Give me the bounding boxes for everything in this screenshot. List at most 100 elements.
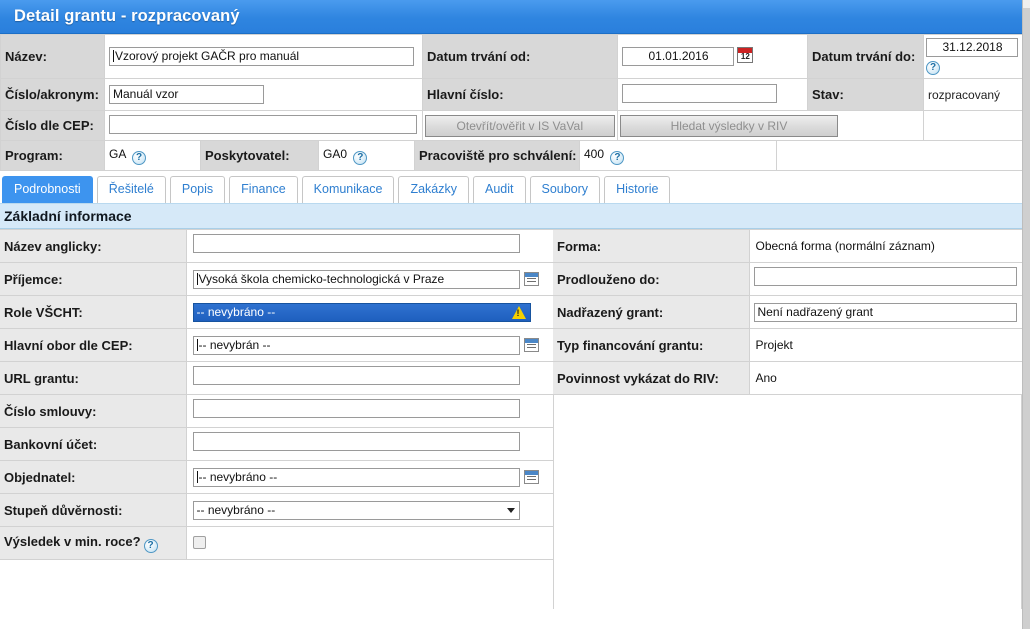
objednatel-input[interactable]: -- nevybráno -- [192,467,520,487]
row-url-grantu: URL grantu: [0,361,554,395]
datum-od-cell: 01.01.2016 [617,34,808,79]
warning-icon [511,305,526,319]
row-vysledek-min-roce: Výsledek v min. roce?? [0,526,554,560]
stupen-duvernosti-cell: -- nevybráno -- [186,493,554,527]
vertical-scrollbar[interactable] [1022,0,1030,629]
row-nazev-anglicky: Název anglicky: [0,229,554,263]
datum-od-input[interactable]: 01.01.2016 [622,47,734,66]
hlavni-cislo-label: Hlavní číslo: [422,78,618,111]
hlavni-cislo-cell [617,78,808,111]
help-icon[interactable]: ? [143,538,158,553]
help-icon[interactable]: ? [353,150,368,165]
tab-finance[interactable]: Finance [229,176,298,203]
prijemce-input[interactable]: Vysoká škola chemicko-technologická v Pr… [192,269,520,289]
application-window: Detail grantu - rozpracovaný Název: Vzor… [0,0,1030,629]
nadrazeny-grant-input[interactable]: Není nadřazený grant [753,302,1017,322]
window-title-bar: Detail grantu - rozpracovaný [0,0,1022,34]
forma-label: Forma: [553,229,750,263]
nazev-anglicky-cell [186,229,554,263]
pracoviste-label: Pracoviště pro schválení: [414,140,580,171]
datum-do-label: Datum trvání do: [807,34,924,79]
cislo-cep-input[interactable] [109,114,417,134]
scrollbar-thumb[interactable] [1023,0,1030,8]
calendar-icon[interactable] [737,47,754,63]
datum-od-label: Datum trvání od: [422,34,618,79]
form-right-table: Forma: Obecná forma (normální záznam) Pr… [553,229,1023,395]
stupen-duvernosti-select[interactable]: -- nevybráno -- [192,500,520,520]
row-prodlouzeno-do: Prodlouženo do: [553,262,1023,296]
search-results-riv-button[interactable]: Hledat výsledky v RIV [620,114,838,137]
tab-zakazky[interactable]: Zakázky [398,176,469,203]
program-row: Program: GA ? Poskytovatel: GA0 ? Pracov… [0,140,1023,171]
text-caret [196,272,198,285]
url-grantu-input[interactable] [192,366,520,385]
prodlouzeno-do-input[interactable] [753,267,1017,286]
tab-historie[interactable]: Historie [604,176,671,203]
row-nadrazeny-grant: Nadřazený grant: Není nadřazený grant [553,295,1023,329]
right-filler [553,395,1022,609]
help-icon[interactable]: ? [926,61,940,75]
vysledek-min-roce-cell [186,526,554,560]
lookup-icon[interactable] [523,469,539,484]
nazev-anglicky-input[interactable] [192,234,520,253]
forma-value: Obecná forma (normální záznam) [749,229,1023,263]
header-row-cep: Číslo dle CEP: Otevřít/ověřit v IS VaVaI… [0,110,1023,141]
prodlouzeno-do-cell [749,262,1023,296]
row-forma: Forma: Obecná forma (normální záznam) [553,229,1023,263]
tab-audit[interactable]: Audit [473,176,526,203]
vysledek-min-roce-checkbox[interactable] [192,536,206,549]
typ-financovani-value: Projekt [749,328,1023,362]
poskytovatel-value: GA0 [323,146,348,161]
section-title: Základní informace [4,208,132,224]
objednatel-label: Objednatel: [0,460,187,494]
bankovni-ucet-input[interactable] [192,432,520,451]
nadrazeny-grant-cell: Není nadřazený grant [749,295,1023,329]
form-left-table: Název anglicky: Příjemce: Vysoká škola c… [0,229,554,560]
lookup-icon[interactable] [523,271,539,286]
tab-resitele[interactable]: Řešitelé [96,176,166,203]
tab-popis[interactable]: Popis [169,176,226,203]
hlavni-obor-cep-cell: -- nevybrán -- [186,328,554,362]
prodlouzeno-do-label: Prodlouženo do: [553,262,750,296]
cislo-cep-label: Číslo dle CEP: [0,110,105,141]
lookup-icon[interactable] [523,337,539,352]
cislo-akronym-input[interactable]: Manuál vzor [109,85,264,104]
help-icon[interactable]: ? [132,150,147,165]
bankovni-ucet-cell [186,427,554,461]
cislo-smlouvy-input[interactable] [192,399,520,418]
program-label: Program: [0,140,105,171]
tab-komunikace[interactable]: Komunikace [301,176,395,203]
row-cislo-smlouvy: Číslo smlouvy: [0,394,554,428]
page-title: Detail grantu - rozpracovaný [14,7,240,25]
open-verify-isvavai-button[interactable]: Otevřít/ověřit v IS VaVaI [425,114,615,137]
header-row-cislo: Číslo/akronym: Manuál vzor Hlavní číslo:… [0,78,1023,111]
pracoviste-value-cell: 400 ? [579,140,777,171]
help-icon[interactable]: ? [610,150,625,165]
tab-podrobnosti[interactable]: Podrobnosti [2,176,93,203]
url-grantu-label: URL grantu: [0,361,187,395]
cep-empty-cell [923,110,1023,141]
hlavni-cislo-input[interactable] [622,83,777,103]
nazev-anglicky-label: Název anglicky: [0,229,187,263]
hlavni-obor-cep-label: Hlavní obor dle CEP: [0,328,187,362]
row-povinnost-riv: Povinnost vykázat do RIV: Ano [553,361,1023,395]
role-vscht-select[interactable]: -- nevybráno -- [192,302,531,322]
header-row-nazev: Název: Vzorový projekt GAČR pro manuál D… [0,34,1023,79]
left-filler [0,560,553,618]
nazev-input[interactable]: Vzorový projekt GAČR pro manuál [109,47,414,66]
nazev-cell: Vzorový projekt GAČR pro manuál [104,34,423,79]
tab-soubory[interactable]: Soubory [529,176,601,203]
povinnost-riv-label: Povinnost vykázat do RIV: [553,361,750,395]
hlavni-obor-cep-input[interactable]: -- nevybrán -- [192,335,520,355]
chevron-down-icon[interactable] [506,508,515,513]
datum-do-input[interactable]: 31.12.2018 [926,38,1018,57]
row-stupen-duvernosti: Stupeň důvěrnosti: -- nevybráno -- [0,493,554,527]
program-value: GA [109,146,126,161]
cislo-cep-cell [104,110,423,141]
bankovni-ucet-label: Bankovní účet: [0,427,187,461]
cislo-akronym-label: Číslo/akronym: [0,78,105,111]
row-bankovni-ucet: Bankovní účet: [0,427,554,461]
poskytovatel-label: Poskytovatel: [200,140,319,171]
detail-form: Název anglicky: Příjemce: Vysoká škola c… [0,229,1023,618]
vysledek-min-roce-label: Výsledek v min. roce?? [0,526,187,560]
